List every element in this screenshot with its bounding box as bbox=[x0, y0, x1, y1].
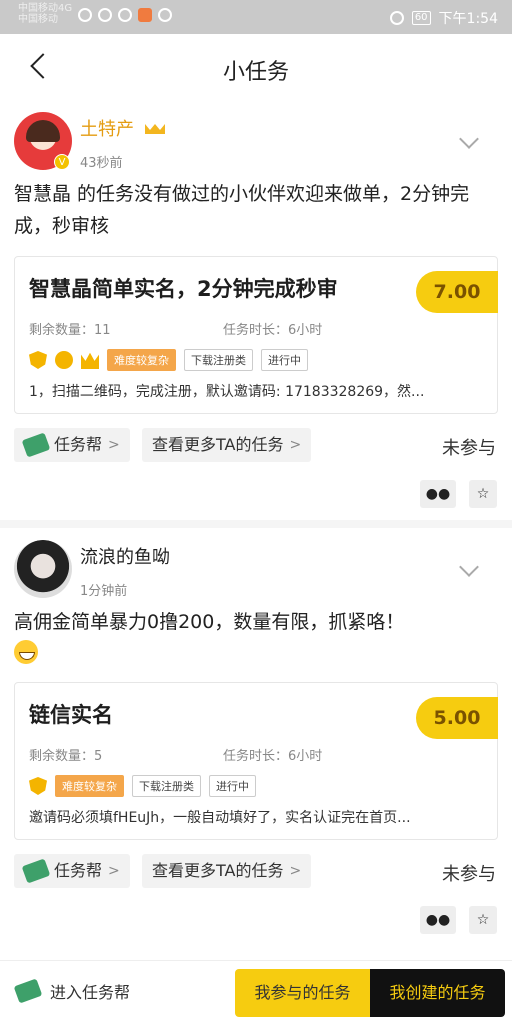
task-card[interactable]: 链信实名 5.00 剩余数量：5 任务时长：6小时 难度较复杂 下载注册类 进行… bbox=[14, 682, 498, 840]
notification-icon bbox=[98, 8, 112, 22]
chevron-down-icon[interactable] bbox=[459, 557, 479, 577]
post-description: 高佣金简单暴力0撸200，数量有限，抓紧咯！ bbox=[14, 606, 492, 670]
chevron-down-icon[interactable] bbox=[459, 129, 479, 149]
shield-icon bbox=[29, 777, 47, 795]
username[interactable]: 土特产 bbox=[80, 115, 134, 141]
difficulty-tag: 难度较复杂 bbox=[107, 349, 176, 371]
task-price: 7.00 bbox=[416, 271, 498, 313]
more-options-icon[interactable]: ●● bbox=[420, 480, 456, 508]
task-badges: 难度较复杂 下载注册类 进行中 bbox=[29, 349, 308, 371]
remaining-count: 剩余数量：11 bbox=[29, 323, 111, 338]
favorite-star-icon[interactable]: ☆ bbox=[469, 480, 497, 508]
grin-emoji-icon bbox=[14, 640, 38, 664]
favorite-star-icon[interactable]: ☆ bbox=[469, 906, 497, 934]
battery-indicator: 60 bbox=[411, 11, 431, 25]
eye-icon bbox=[389, 11, 404, 25]
task-help-chip[interactable]: 任务帮 > bbox=[14, 854, 130, 888]
enter-task-help-button[interactable]: 进入任务帮 bbox=[13, 978, 130, 1004]
more-tasks-chip[interactable]: 查看更多TA的任务 > bbox=[142, 428, 312, 462]
task-duration: 任务时长：6小时 bbox=[223, 323, 323, 338]
task-description: 1，扫描二维码，完成注册，默认邀请码: 17183328269，然... bbox=[29, 384, 425, 400]
chat-icon bbox=[118, 8, 132, 22]
money-icon bbox=[13, 978, 43, 1004]
crown-icon bbox=[145, 118, 165, 134]
post-description: 智慧晶 的任务没有做过的小伙伴欢迎来做单，2分钟完成，秒审核 bbox=[14, 183, 470, 237]
status-time: 下午1:54 bbox=[438, 11, 498, 27]
task-post: V 土特产 43秒前 智慧晶 的任务没有做过的小伙伴欢迎来做单，2分钟完成，秒审… bbox=[0, 100, 512, 520]
task-description: 邀请码必须填fHEuJh，一般自动填好了，实名认证完在首页... bbox=[29, 810, 411, 826]
difficulty-tag: 难度较复杂 bbox=[55, 775, 124, 797]
status-tag: 进行中 bbox=[261, 349, 308, 371]
status-tag: 进行中 bbox=[209, 775, 256, 797]
verified-badge-icon: V bbox=[54, 154, 70, 170]
carrier-label: 中国移动4G 中国移动 bbox=[18, 3, 73, 25]
category-tag: 下载注册类 bbox=[184, 349, 253, 371]
more-options-icon[interactable]: ●● bbox=[420, 906, 456, 934]
task-duration: 任务时长：6小时 bbox=[223, 749, 323, 764]
status-bar: 中国移动4G 中国移动 60 下午1:54 bbox=[0, 0, 512, 34]
task-badges: 难度较复杂 下载注册类 进行中 bbox=[29, 775, 256, 797]
task-post: 流浪的鱼呦 1分钟前 高佣金简单暴力0撸200，数量有限，抓紧咯！ 链信实名 5… bbox=[0, 528, 512, 954]
video-icon bbox=[158, 8, 172, 22]
task-help-chip[interactable]: 任务帮 > bbox=[14, 428, 130, 462]
crown-icon bbox=[81, 352, 99, 369]
more-tasks-chip[interactable]: 查看更多TA的任务 > bbox=[142, 854, 312, 888]
post-time: 43秒前 bbox=[80, 156, 123, 171]
shield-icon bbox=[29, 351, 47, 369]
username[interactable]: 流浪的鱼呦 bbox=[80, 543, 170, 569]
verified-icon bbox=[55, 351, 73, 369]
task-card[interactable]: 智慧晶简单实名，2分钟完成秒审 7.00 剩余数量：11 任务时长：6小时 难度… bbox=[14, 256, 498, 414]
task-title: 智慧晶简单实名，2分钟完成秒审 bbox=[29, 277, 338, 301]
page-title: 小任务 bbox=[222, 60, 289, 85]
participation-status: 未参与 bbox=[442, 438, 496, 459]
remaining-count: 剩余数量：5 bbox=[29, 749, 103, 764]
my-participated-tasks-button[interactable]: 我参与的任务 bbox=[235, 969, 370, 1017]
task-price: 5.00 bbox=[416, 697, 498, 739]
money-icon bbox=[21, 432, 51, 458]
status-icons bbox=[78, 8, 172, 22]
task-title: 链信实名 bbox=[29, 703, 113, 727]
nav-bar: 小任务 bbox=[0, 34, 512, 100]
my-created-tasks-button[interactable]: 我创建的任务 bbox=[370, 969, 505, 1017]
divider bbox=[0, 520, 512, 528]
taobao-icon bbox=[138, 8, 152, 22]
post-time: 1分钟前 bbox=[80, 584, 128, 599]
money-icon bbox=[21, 858, 51, 884]
bottom-bar: 进入任务帮 我参与的任务 我创建的任务 bbox=[0, 960, 512, 1024]
category-tag: 下载注册类 bbox=[132, 775, 201, 797]
wifi-icon bbox=[78, 8, 92, 22]
participation-status: 未参与 bbox=[442, 864, 496, 885]
avatar[interactable] bbox=[14, 540, 72, 598]
